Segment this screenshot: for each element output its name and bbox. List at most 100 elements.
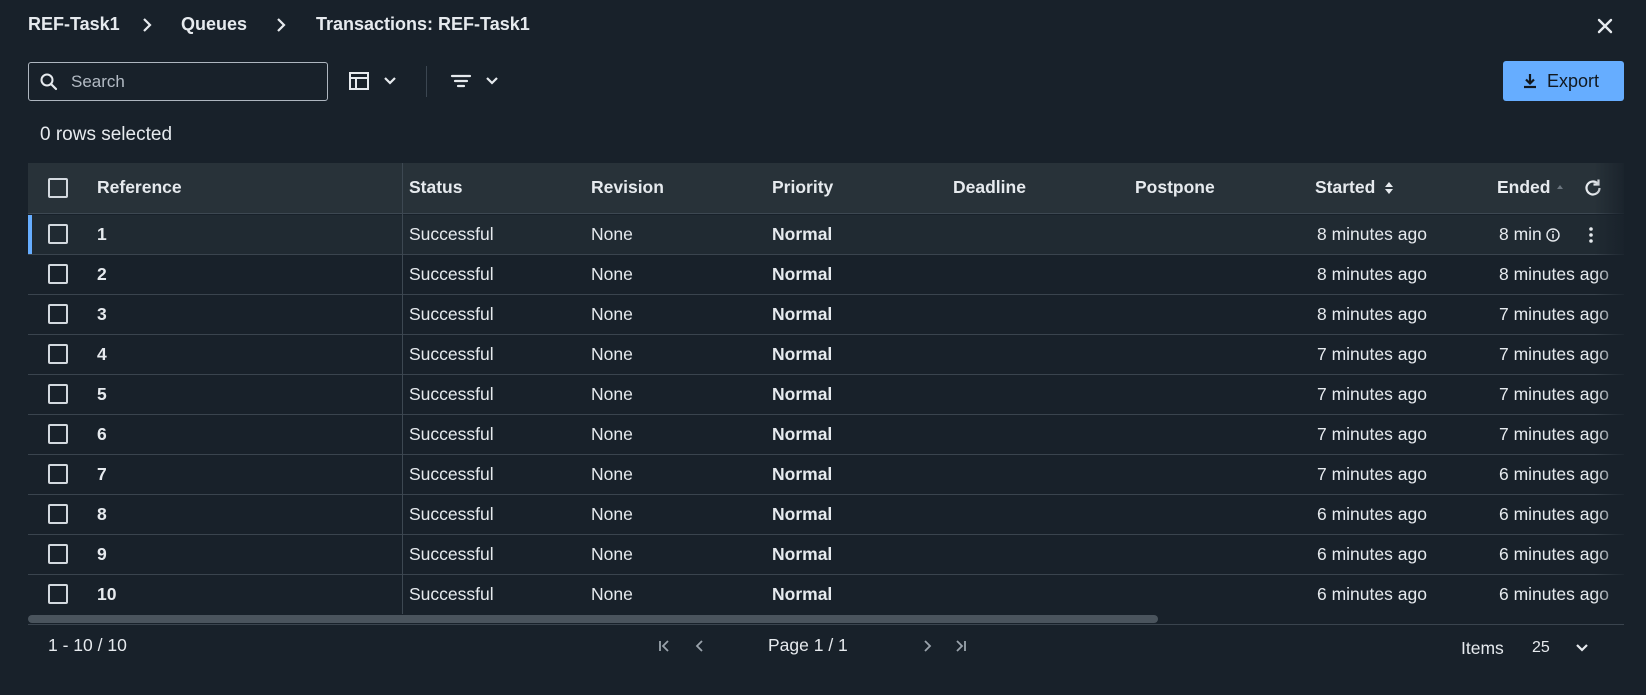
cell-priority: Normal bbox=[772, 544, 833, 564]
column-header-ended[interactable]: Ended bbox=[1497, 177, 1550, 198]
cell-revision: None bbox=[591, 544, 633, 564]
column-selector-button[interactable] bbox=[348, 67, 402, 95]
cell-priority: Normal bbox=[772, 424, 833, 444]
row-checkbox[interactable] bbox=[48, 224, 68, 244]
info-icon[interactable] bbox=[1545, 227, 1561, 243]
cell-reference: 6 bbox=[97, 424, 107, 444]
cell-started: 7 minutes ago bbox=[1317, 344, 1427, 364]
cell-ended: 7 minutes ago bbox=[1499, 304, 1609, 324]
cell-revision: None bbox=[591, 504, 633, 524]
export-button[interactable]: Export bbox=[1503, 61, 1624, 101]
filter-button[interactable] bbox=[450, 67, 504, 95]
search-field[interactable] bbox=[28, 62, 328, 101]
cell-reference: 3 bbox=[97, 304, 107, 324]
table-row[interactable]: 1 Successful None Normal 8 minutes ago 8 min bbox=[28, 215, 1624, 255]
chevron-down-icon bbox=[384, 77, 396, 85]
previous-page-icon[interactable] bbox=[690, 636, 710, 656]
transactions-panel: REF-Task1 Queues Transactions: REF-Task1 bbox=[0, 0, 1646, 695]
row-checkbox[interactable] bbox=[48, 584, 68, 604]
last-page-icon[interactable] bbox=[951, 636, 971, 656]
column-header-priority[interactable]: Priority bbox=[772, 177, 833, 198]
breadcrumb: REF-Task1 Queues Transactions: REF-Task1 bbox=[0, 0, 1646, 52]
select-all-checkbox[interactable] bbox=[48, 178, 68, 198]
page-indicator: Page 1 / 1 bbox=[768, 635, 848, 655]
search-input[interactable] bbox=[71, 63, 321, 100]
cell-revision: None bbox=[591, 424, 633, 444]
cell-reference: 1 bbox=[97, 224, 107, 244]
table-header: Reference Status Revision Priority Deadl… bbox=[28, 163, 1624, 214]
cell-ended: 6 minutes ago bbox=[1499, 584, 1609, 604]
cell-priority: Normal bbox=[772, 344, 833, 364]
search-icon bbox=[40, 73, 58, 91]
chevron-right-icon bbox=[277, 18, 286, 32]
column-header-revision[interactable]: Revision bbox=[591, 177, 664, 198]
cell-started: 6 minutes ago bbox=[1317, 584, 1427, 604]
breadcrumb-item-queues[interactable]: Queues bbox=[181, 14, 247, 35]
cell-priority: Normal bbox=[772, 464, 833, 484]
first-page-icon[interactable] bbox=[654, 636, 674, 656]
cell-revision: None bbox=[591, 344, 633, 364]
column-header-reference[interactable]: Reference bbox=[97, 177, 182, 198]
chevron-down-icon bbox=[1576, 644, 1588, 652]
table-row[interactable]: 7 Successful None Normal 7 minutes ago 6 minu… bbox=[28, 455, 1624, 495]
column-header-status[interactable]: Status bbox=[409, 177, 462, 198]
sort-indicator-icon bbox=[1557, 185, 1563, 189]
chevron-down-icon bbox=[486, 77, 498, 85]
cell-reference: 5 bbox=[97, 384, 107, 404]
row-checkbox[interactable] bbox=[48, 304, 68, 324]
more-vertical-icon[interactable] bbox=[1586, 225, 1596, 245]
cell-priority: Normal bbox=[772, 584, 833, 604]
cell-status: Successful bbox=[409, 584, 494, 604]
cell-revision: None bbox=[591, 464, 633, 484]
cell-ended: 7 minutes ago bbox=[1499, 344, 1609, 364]
table-row[interactable]: 3 Successful None Normal 8 minutes ago 7 minu… bbox=[28, 295, 1624, 335]
cell-priority: Normal bbox=[772, 224, 833, 244]
cell-started: 8 minutes ago bbox=[1317, 224, 1427, 244]
cell-started: 7 minutes ago bbox=[1317, 424, 1427, 444]
row-checkbox[interactable] bbox=[48, 504, 68, 524]
next-page-icon[interactable] bbox=[917, 636, 937, 656]
cell-status: Successful bbox=[409, 224, 494, 244]
column-header-started[interactable]: Started bbox=[1315, 177, 1375, 198]
row-checkbox[interactable] bbox=[48, 344, 68, 364]
sort-icon[interactable] bbox=[1383, 180, 1395, 196]
column-divider[interactable] bbox=[402, 163, 403, 614]
column-header-deadline[interactable]: Deadline bbox=[953, 177, 1026, 198]
column-header-postpone[interactable]: Postpone bbox=[1135, 177, 1215, 198]
table-row[interactable]: 4 Successful None Normal 7 minutes ago 7 minu… bbox=[28, 335, 1624, 375]
cell-ended: 8 min bbox=[1499, 224, 1542, 244]
cell-status: Successful bbox=[409, 384, 494, 404]
cell-revision: None bbox=[591, 584, 633, 604]
cell-status: Successful bbox=[409, 264, 494, 284]
table-row[interactable]: 2 Successful None Normal 8 minutes ago 8 minu… bbox=[28, 255, 1624, 295]
row-checkbox[interactable] bbox=[48, 264, 68, 284]
breadcrumb-item-current: Transactions: REF-Task1 bbox=[316, 14, 530, 34]
items-per-page-select[interactable]: 25 bbox=[1530, 632, 1596, 662]
cell-status: Successful bbox=[409, 424, 494, 444]
cell-started: 8 minutes ago bbox=[1317, 264, 1427, 284]
table-row[interactable]: 6 Successful None Normal 7 minutes ago 7 minu… bbox=[28, 415, 1624, 455]
pagination-range: 1 - 10 / 10 bbox=[48, 635, 127, 655]
horizontal-scrollbar-thumb[interactable] bbox=[28, 615, 1158, 623]
cell-ended: 7 minutes ago bbox=[1499, 424, 1609, 444]
table-row[interactable]: 9 Successful None Normal 6 minutes ago 6 minu… bbox=[28, 535, 1624, 575]
filter-icon bbox=[450, 74, 472, 88]
table-row[interactable]: 10 Successful None Normal 6 minutes ago 6 min… bbox=[28, 575, 1624, 614]
toolbar-divider bbox=[426, 66, 427, 97]
cell-ended: 6 minutes ago bbox=[1499, 504, 1609, 524]
cell-ended: 8 minutes ago bbox=[1499, 264, 1609, 284]
row-checkbox[interactable] bbox=[48, 384, 68, 404]
row-checkbox[interactable] bbox=[48, 464, 68, 484]
cell-started: 7 minutes ago bbox=[1317, 384, 1427, 404]
cell-reference: 8 bbox=[97, 504, 107, 524]
row-checkbox[interactable] bbox=[48, 424, 68, 444]
breadcrumb-item-project[interactable]: REF-Task1 bbox=[28, 14, 120, 35]
table-row[interactable]: 8 Successful None Normal 6 minutes ago 6 minu… bbox=[28, 495, 1624, 535]
table-row[interactable]: 5 Successful None Normal 7 minutes ago 7 minu… bbox=[28, 375, 1624, 415]
cell-started: 7 minutes ago bbox=[1317, 464, 1427, 484]
row-checkbox[interactable] bbox=[48, 544, 68, 564]
refresh-icon[interactable] bbox=[1581, 176, 1605, 200]
cell-priority: Normal bbox=[772, 304, 833, 324]
close-icon[interactable] bbox=[1592, 13, 1618, 39]
items-per-page-value: 25 bbox=[1532, 639, 1550, 656]
